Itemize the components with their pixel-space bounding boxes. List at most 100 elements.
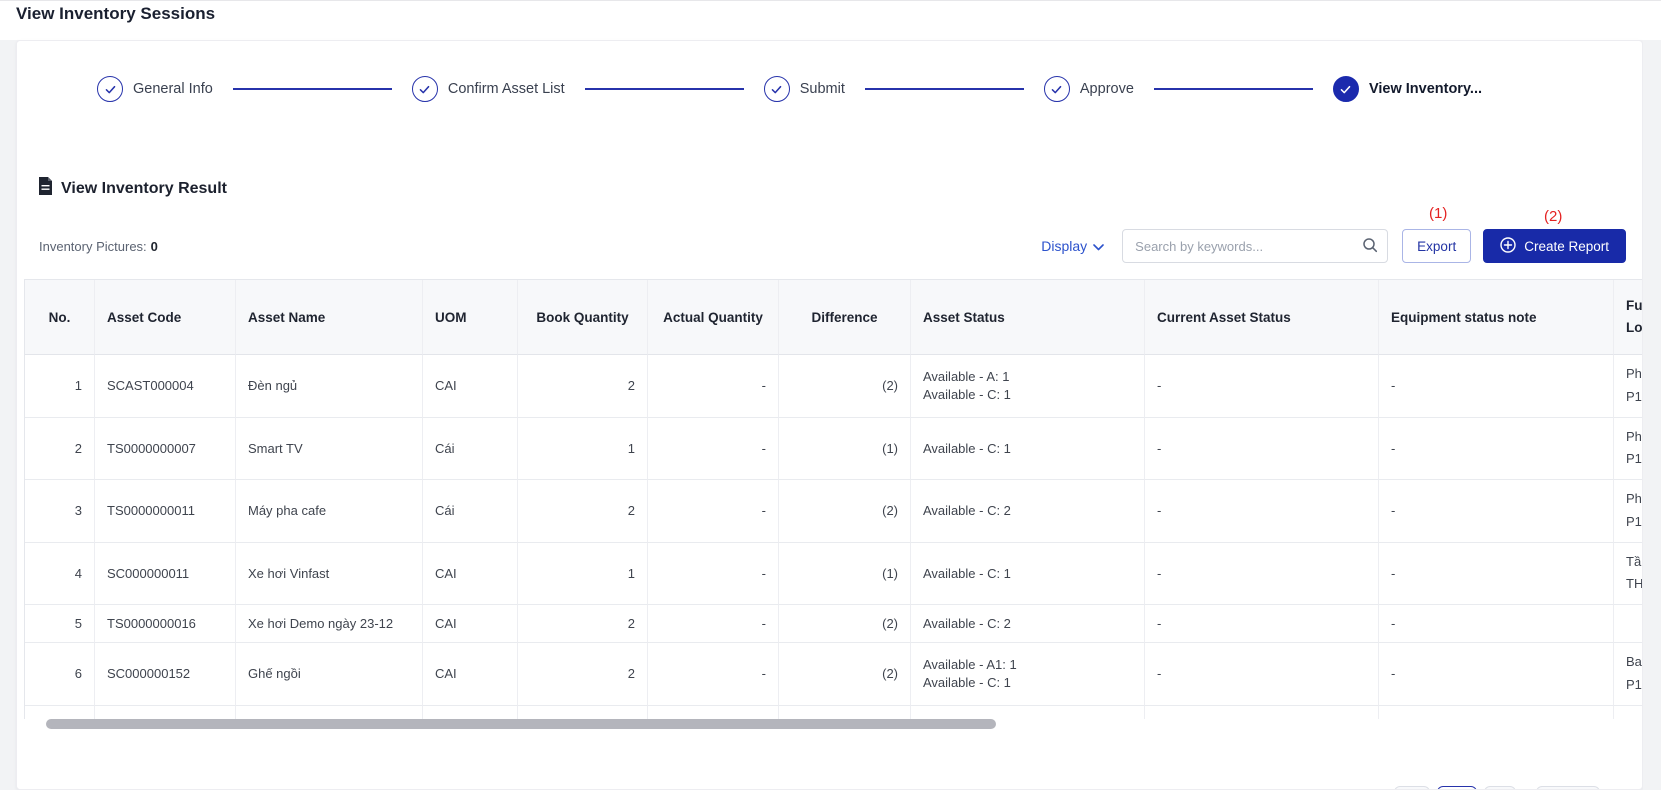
table-row: 4 SC000000011 Xe hơi Vinfast CAI 1- (1) Availa… [25, 542, 1643, 605]
document-icon [38, 177, 53, 200]
cell-difference: (1) [779, 542, 911, 605]
chevron-down-icon [1093, 238, 1104, 254]
table-header-row: No. Asset Code Asset Name UOM Book Quantity A… [25, 280, 1643, 355]
cell-current_asset_status: - [1145, 705, 1379, 719]
cell-difference: (1) [779, 417, 911, 480]
cell-asset_name: Ghế ngồi [236, 643, 423, 706]
create-report-button[interactable]: Create Report [1483, 229, 1626, 263]
column-header-label: Full Location [1626, 298, 1643, 335]
pagination-page-button[interactable] [1437, 786, 1477, 789]
pagination-next-button[interactable] [1484, 786, 1516, 789]
cell-current_asset_status: - [1145, 605, 1379, 643]
stepper-step-2[interactable]: Submit [763, 76, 845, 102]
stepper-connector [584, 88, 744, 90]
cell-line: P10 [1626, 451, 1642, 467]
search-input[interactable] [1122, 229, 1389, 263]
pagination-page-size-select[interactable] [1536, 786, 1600, 789]
cell-book_quantity: 2 [518, 355, 648, 418]
column-header-full_location[interactable]: Full Location [1614, 280, 1643, 355]
annotation-2: (2) [1544, 208, 1563, 225]
column-header-equipment_status_note[interactable]: Equipment status note [1379, 280, 1614, 355]
check-icon [411, 76, 438, 102]
check-icon [763, 76, 790, 102]
cell-no: 3 [25, 480, 95, 543]
stepper-step-label: Confirm Asset List [447, 81, 565, 97]
cell-full_location: Flo [1614, 706, 1642, 720]
cell-full_location: Phò P10 [1614, 418, 1642, 480]
horizontal-scrollbar[interactable] [46, 719, 996, 729]
display-dropdown[interactable]: Display [1041, 238, 1104, 254]
export-button[interactable]: Export [1402, 229, 1472, 263]
table-row: 1 SCAST000004 Đèn ngủ CAI 2- (2) Available - A… [25, 355, 1642, 418]
display-dropdown-label: Display [1041, 238, 1088, 254]
cell-no: 7 [25, 705, 95, 719]
cell-asset_status: Available - C: 1 [911, 542, 1145, 605]
column-header-asset_status[interactable]: Asset Status [911, 280, 1145, 355]
cell-line: Available - C: 1 [923, 675, 1011, 691]
cell-equipment_status_note: - [1379, 417, 1614, 480]
cell-difference: (1) [779, 705, 911, 719]
column-header-asset_name[interactable]: Asset Name [236, 280, 423, 355]
cell-equipment_status_note: - [1379, 355, 1614, 418]
check-icon [1332, 76, 1359, 102]
main-panel: General Info Confirm Asset List Submit Appr… [16, 40, 1643, 790]
cell-asset_status: Available - A1: 1 [911, 705, 1145, 719]
cell-current_asset_status: - [1145, 355, 1379, 418]
cell-asset_status: Available - C: 2 [911, 480, 1145, 543]
check-icon [97, 76, 123, 102]
annotation-1: (1) [1429, 205, 1448, 222]
section-header: View Inventory Result [38, 177, 227, 200]
inventory-result-table-wrap: No. Asset Code Asset Name UOM Book Quantity A… [24, 279, 1643, 720]
search-icon[interactable] [1362, 237, 1378, 258]
cell-no: 1 [25, 355, 95, 418]
column-header-book_quantity[interactable]: Book Quantity [518, 280, 648, 355]
cell-line: Bar [1626, 654, 1642, 669]
stepper-step-4[interactable]: View Inventory... [1332, 76, 1482, 102]
cell-asset_code: TS0000000016 [95, 605, 236, 643]
column-header-difference[interactable]: Difference [779, 280, 911, 355]
cell-line: TH- [1626, 576, 1643, 592]
table-row: 7TS0000000000006ghế sofaBIN1-(1)Availabl… [25, 705, 1642, 720]
plus-circle-icon [1500, 236, 1516, 256]
cell-uom: CAI [423, 355, 518, 418]
stepper-step-1[interactable]: Confirm Asset List [411, 76, 565, 102]
cell-asset_code: SC000000011 [95, 542, 236, 605]
cell-actual_quantity: - [648, 417, 779, 480]
cell-uom: Cái [423, 417, 518, 480]
cell-equipment_status_note: - [1379, 705, 1614, 719]
cell-book_quantity: 1 [518, 542, 648, 605]
column-header-no[interactable]: No. [25, 280, 95, 355]
column-header-asset_code[interactable]: Asset Code [95, 280, 236, 355]
stepper-step-3[interactable]: Approve [1043, 76, 1134, 102]
cell-asset_code: TS0000000000006 [95, 705, 236, 719]
cell-uom: Cái [423, 480, 518, 543]
cell-line: Available - A1: 1 [923, 657, 1017, 673]
column-header-uom[interactable]: UOM [423, 280, 518, 355]
column-header-actual_quantity[interactable]: Actual Quantity [648, 280, 779, 355]
cell-asset_status: Available - A: 1 Available - C: 1 [911, 355, 1145, 418]
cell-line: Phò [1626, 428, 1642, 444]
cell-actual_quantity: - [648, 542, 779, 605]
cell-no: 6 [25, 643, 95, 706]
table-row: 3 TS0000000011 Máy pha cafe Cái 2- (2) Availab… [25, 480, 1642, 543]
cell-asset_name: Xe hơi Demo ngày 23-12 [236, 605, 423, 643]
cell-difference: (2) [779, 480, 911, 543]
cell-line: P10 [1626, 513, 1642, 529]
cell-current_asset_status: - [1145, 417, 1379, 480]
cell-line: Phò [1626, 491, 1642, 506]
cell-difference: (2) [779, 355, 911, 418]
cell-no: 4 [25, 542, 95, 605]
cell-line: Available - C: 1 [923, 440, 1011, 456]
column-header-current_asset_status[interactable]: Current Asset Status [1145, 280, 1379, 355]
vertical-scrollbar[interactable] [1643, 40, 1661, 790]
cell-actual_quantity: - [648, 480, 779, 543]
cell-line: Available - C: 1 [923, 565, 1011, 581]
stepper-step-0[interactable]: General Info [97, 76, 213, 102]
cell-full_location: Phò P10 [1614, 355, 1642, 418]
cell-book_quantity: 1 [518, 705, 648, 719]
cell-line: Phò [1626, 366, 1642, 381]
top-bar: View Inventory Sessions [0, 0, 1661, 40]
table-row: 2 TS0000000007 Smart TV Cái 1- (1) Available -… [25, 417, 1642, 480]
pagination-prev-button[interactable] [1394, 786, 1430, 789]
cell-uom: BIN [423, 705, 518, 719]
